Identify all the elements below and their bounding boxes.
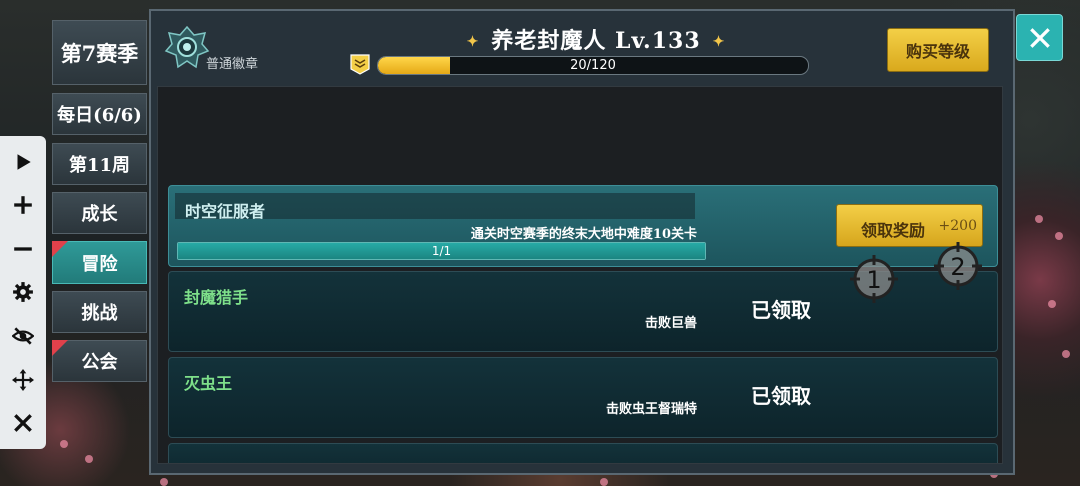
emblem-icon [164, 25, 210, 69]
tab-label: 每日(6/6) [57, 105, 142, 126]
tab-label: 公会 [81, 352, 118, 373]
play-icon[interactable] [8, 147, 38, 177]
page-title: ✦ 养老封魔人 Lv.133 ✦ [451, 23, 741, 55]
tab-label: 成长 [81, 204, 118, 225]
marker-number: 2 [950, 253, 965, 281]
tab-season[interactable]: 第7赛季 [52, 20, 147, 85]
claim-reward-label: 领取奖励 [861, 221, 926, 240]
close-button[interactable] [1016, 14, 1063, 61]
task-status: 已领取 [751, 298, 811, 322]
alert-flag-icon [52, 241, 68, 257]
level-progress-bar: 20/120 [377, 56, 809, 75]
tab-daily[interactable]: 每日(6/6) [52, 93, 147, 135]
close-icon [1029, 27, 1050, 48]
task-status: 已领取 [751, 384, 811, 408]
tab-growth[interactable]: 成长 [52, 192, 147, 234]
marker-2-crosshair-icon: 2 [934, 242, 982, 290]
close-icon[interactable] [8, 408, 38, 438]
move-icon[interactable] [8, 365, 38, 395]
claim-reward-button[interactable]: 领取奖励 +200 [836, 204, 983, 247]
tab-label: 第11周 [68, 155, 131, 176]
eye-slash-icon[interactable] [8, 321, 38, 351]
task-row [168, 443, 998, 463]
task-description: 通关时空赛季的终末大地中难度10关卡 [470, 227, 697, 242]
task-description: 击败巨兽 [644, 316, 697, 331]
marker-number: 1 [866, 266, 881, 294]
reward-points: +200 [938, 218, 977, 234]
buy-level-button[interactable]: 购买等级 [887, 28, 989, 72]
gear-icon[interactable] [8, 277, 38, 307]
task-name: 灭虫王 [184, 374, 233, 393]
tab-guild[interactable]: 公会 [52, 340, 147, 382]
title-ornament-icon: ✦ [712, 34, 726, 50]
task-name: 封魔猎手 [184, 288, 249, 307]
title-text: 养老封魔人 Lv.133 [491, 28, 701, 54]
task-row: 灭虫王 击败虫王督瑞特 已领取 [168, 357, 998, 438]
tab-challenge[interactable]: 挑战 [52, 291, 147, 333]
level-chevron-icon [350, 54, 370, 75]
level-progress-text: 20/120 [570, 58, 616, 73]
floating-toolbar [0, 136, 46, 449]
tab-label: 挑战 [81, 303, 118, 324]
task-progress-text: 1/1 [431, 244, 452, 258]
badge-label: 普通徽章 [206, 57, 259, 72]
task-name: 时空征服者 [185, 202, 266, 221]
title-ornament-icon: ✦ [466, 34, 480, 50]
plus-icon[interactable] [8, 190, 38, 220]
task-description: 击败虫王督瑞特 [605, 402, 697, 417]
tab-label: 冒险 [81, 253, 118, 275]
buy-level-label: 购买等级 [905, 42, 970, 61]
tab-label: 第7赛季 [60, 40, 139, 66]
minus-icon[interactable] [8, 234, 38, 264]
tab-adventure[interactable]: 冒险 [52, 241, 147, 284]
alert-flag-icon [52, 340, 68, 356]
marker-1-crosshair-icon: 1 [850, 255, 898, 303]
task-progress-bar: 1/1 [177, 242, 706, 260]
tab-week[interactable]: 第11周 [52, 143, 147, 185]
